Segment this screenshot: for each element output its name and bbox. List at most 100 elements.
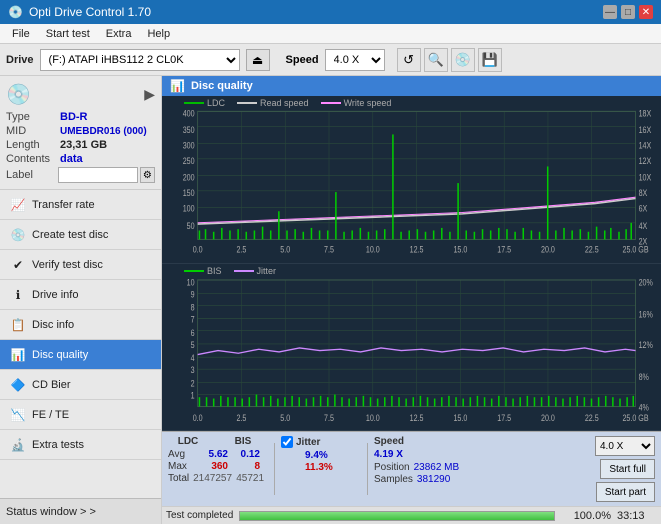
svg-text:0.0: 0.0	[193, 245, 203, 255]
svg-text:22.5: 22.5	[585, 412, 599, 423]
length-value: 23,31 GB	[60, 139, 107, 151]
sidebar-label-cd-bier: CD Bier	[32, 379, 71, 391]
progress-time: 33:13	[617, 510, 657, 522]
charts-area: LDC Read speed Write speed	[162, 96, 661, 431]
menu-start-test[interactable]: Start test	[38, 26, 98, 42]
samples-label: Samples	[374, 474, 413, 485]
menu-file[interactable]: File	[4, 26, 38, 42]
sidebar-item-extra-tests[interactable]: 🔬 Extra tests	[0, 430, 161, 460]
sidebar-item-transfer-rate[interactable]: 📈 Transfer rate	[0, 190, 161, 220]
content-area: 📊 Disc quality LDC Read speed	[162, 76, 661, 524]
sidebar-label-extra-tests: Extra tests	[32, 439, 84, 451]
toolbar-icons: ↺ 🔍 💿 💾	[397, 48, 502, 72]
progress-status: Test completed	[166, 510, 233, 521]
label-input[interactable]	[58, 167, 138, 183]
create-test-disc-icon: 💿	[10, 227, 26, 243]
svg-text:8%: 8%	[639, 370, 650, 381]
svg-text:20%: 20%	[639, 276, 654, 287]
maximize-button[interactable]: □	[621, 5, 635, 19]
bis-header: BIS	[228, 436, 258, 447]
menu-help[interactable]: Help	[139, 26, 178, 42]
svg-text:7.5: 7.5	[324, 412, 334, 423]
type-value: BD-R	[60, 111, 88, 123]
legend-write-speed: Write speed	[321, 98, 392, 108]
refresh-button[interactable]: ↺	[397, 48, 421, 72]
position-value: 23862 MB	[414, 462, 460, 473]
progress-track	[239, 511, 555, 521]
legend-ldc: LDC	[184, 98, 225, 108]
speed-label: Speed	[286, 54, 319, 66]
ldc-header: LDC	[168, 436, 208, 447]
svg-text:10: 10	[187, 276, 195, 287]
menubar: File Start test Extra Help	[0, 24, 661, 44]
speed-select-stats[interactable]: 4.0 X	[595, 436, 655, 456]
fe-te-icon: 📉	[10, 407, 26, 423]
titlebar: 💿 Opti Drive Control 1.70 — □ ✕	[0, 0, 661, 24]
svg-text:6X: 6X	[639, 204, 648, 214]
svg-text:14X: 14X	[639, 141, 652, 151]
disc-button[interactable]: 💿	[451, 48, 475, 72]
start-part-button[interactable]: Start part	[596, 482, 655, 502]
sidebar-item-cd-bier[interactable]: 🔷 CD Bier	[0, 370, 161, 400]
jitter-checkbox[interactable]	[281, 436, 293, 448]
svg-text:8: 8	[191, 301, 195, 312]
sidebar-item-verify-test-disc[interactable]: ✔ Verify test disc	[0, 250, 161, 280]
sidebar-item-create-test-disc[interactable]: 💿 Create test disc	[0, 220, 161, 250]
scan-button[interactable]: 🔍	[424, 48, 448, 72]
svg-text:20.0: 20.0	[541, 412, 555, 423]
type-label: Type	[6, 111, 60, 123]
svg-text:25.0 GB: 25.0 GB	[622, 245, 648, 255]
position-label: Position	[374, 462, 410, 473]
disc-nav-arrow[interactable]: ▶	[144, 86, 155, 103]
svg-text:25.0 GB: 25.0 GB	[622, 412, 649, 423]
avg-label: Avg	[168, 449, 188, 460]
sidebar-item-disc-quality[interactable]: 📊 Disc quality	[0, 340, 161, 370]
menu-extra[interactable]: Extra	[98, 26, 140, 42]
main-area: 💿 ▶ Type BD-R MID UMEBDR016 (000) Length…	[0, 76, 661, 524]
svg-text:5: 5	[191, 338, 195, 349]
chart1-svg: 400 350 300 250 200 150 100 50 18X 16X 1…	[162, 96, 661, 263]
svg-text:50: 50	[187, 221, 195, 231]
sidebar-label-transfer-rate: Transfer rate	[32, 199, 95, 211]
svg-text:3: 3	[191, 364, 195, 375]
status-window[interactable]: Status window > >	[0, 498, 161, 524]
sidebar-menu: 📈 Transfer rate 💿 Create test disc ✔ Ver…	[0, 190, 161, 498]
max-label: Max	[168, 461, 188, 472]
label-edit-button[interactable]: ⚙	[140, 167, 155, 183]
svg-text:4X: 4X	[639, 221, 648, 231]
svg-text:9: 9	[191, 288, 195, 299]
svg-text:4: 4	[191, 352, 195, 363]
start-full-button[interactable]: Start full	[600, 459, 655, 479]
progress-fill	[240, 512, 554, 520]
minimize-button[interactable]: —	[603, 5, 617, 19]
svg-text:12%: 12%	[639, 338, 654, 349]
chart2-svg: 10 9 8 7 6 5 4 3 2 1 20% 16% 12% 8% 4%	[162, 264, 661, 431]
svg-text:8X: 8X	[639, 188, 648, 198]
svg-text:200: 200	[183, 173, 195, 183]
svg-text:10X: 10X	[639, 173, 652, 183]
drive-select[interactable]: (F:) ATAPI iHBS112 2 CL0K	[40, 49, 240, 71]
svg-text:16%: 16%	[639, 308, 654, 319]
svg-text:2: 2	[191, 377, 195, 388]
close-button[interactable]: ✕	[639, 5, 653, 19]
sidebar-item-disc-info[interactable]: 📋 Disc info	[0, 310, 161, 340]
svg-text:20.0: 20.0	[541, 245, 555, 255]
sidebar-item-drive-info[interactable]: ℹ Drive info	[0, 280, 161, 310]
jitter-header: Jitter	[296, 437, 320, 448]
mid-label: MID	[6, 125, 60, 137]
sidebar: 💿 ▶ Type BD-R MID UMEBDR016 (000) Length…	[0, 76, 162, 524]
sidebar-label-drive-info: Drive info	[32, 289, 78, 301]
svg-text:22.5: 22.5	[585, 245, 599, 255]
stats-bar: LDC BIS Avg 5.62 0.12 Max 360 8 Total	[162, 431, 661, 506]
save-button[interactable]: 💾	[478, 48, 502, 72]
contents-value: data	[60, 153, 83, 165]
drive-label: Drive	[6, 54, 34, 66]
speed-select[interactable]: 4.0 X	[325, 49, 385, 71]
eject-button[interactable]: ⏏	[246, 49, 270, 71]
sidebar-item-fe-te[interactable]: 📉 FE / TE	[0, 400, 161, 430]
disc-quality-header-icon: 📊	[170, 79, 185, 93]
max-ldc: 360	[192, 461, 228, 472]
svg-text:2.5: 2.5	[236, 412, 246, 423]
svg-text:5.0: 5.0	[280, 245, 290, 255]
mid-value: UMEBDR016 (000)	[60, 126, 147, 137]
